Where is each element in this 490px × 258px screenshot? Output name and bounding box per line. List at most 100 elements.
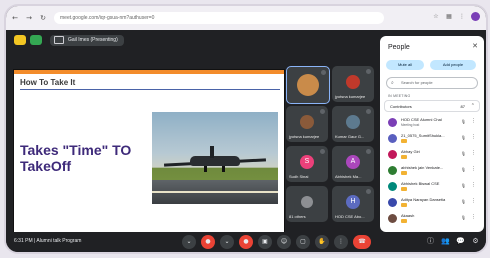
participant-tile[interactable]: jyotsna kumarjee [332,66,374,102]
chevron-up-icon[interactable]: ⌃ [471,103,475,109]
mic-off-button[interactable]: ● [201,235,215,249]
participant-list-item[interactable]: abhishek jain Venkate... 🎙 ⋮ [388,164,480,178]
more-icon[interactable]: ⋮ [471,166,476,172]
others-tile[interactable]: 81 others [286,186,328,222]
mic-status-icon [366,109,371,114]
presenting-label: Gail Imes (Presenting) [68,37,118,43]
present-button[interactable]: ▢ [296,235,310,249]
others-count: 81 others [289,214,306,219]
participant-avatar [388,150,397,159]
people-search-input[interactable]: ⌕ Search for people [386,77,478,89]
participant-list-item[interactable]: 21_0575_SumitShukla... 🎙 ⋮ [388,132,480,146]
participant-initial: H [346,195,360,210]
people-icon[interactable]: 👥 [441,237,450,246]
mic-icon: 🎙 [460,135,466,140]
camera-off-button[interactable]: ● [239,235,253,249]
call-controls: ⌄ ● ⌄ ● ▣ ☺ ▢ ✋ ⋮ ☎ [182,235,371,249]
info-icon[interactable]: ⓘ [426,237,435,246]
more-icon[interactable]: ⋮ [471,214,476,220]
participant-avatar [388,214,397,223]
hand-raised-icon [401,171,407,175]
plane-gear [204,166,207,172]
app-badge-green-icon[interactable] [30,35,42,45]
speaker-video-avatar [297,74,319,96]
star-icon[interactable]: ☆ [432,13,440,21]
back-icon[interactable]: ← [10,13,20,23]
plane-gear [222,166,225,172]
mute-all-button[interactable]: Mute all [386,60,424,70]
presenting-chip[interactable]: Gail Imes (Presenting) [50,34,124,46]
more-icon[interactable]: ⋮ [471,134,476,140]
mic-status-icon [320,109,325,114]
slide-title: How To Take It [20,78,76,87]
participant-tile[interactable]: Kumar Gaur G... [332,106,374,142]
side-controls: ⓘ 👥 💬 ⚙ [426,237,480,246]
participant-tile[interactable]: A Abhishek Ma... [332,146,374,182]
more-icon[interactable]: ⋮ [471,198,476,204]
more-icon[interactable]: ⋮ [471,182,476,188]
participant-list-item[interactable]: HOD CSE Alumni Chal Meeting host 🎙 ⋮ [388,116,480,130]
raise-hand-button[interactable]: ✋ [315,235,329,249]
slide-body-text: Takes "Time" TO TakeOff [20,142,132,174]
participant-avatar [388,118,397,127]
audio-options-icon[interactable]: ⌄ [182,235,196,249]
emoji-button[interactable]: ☺ [277,235,291,249]
participant-tile[interactable]: H HOD CSE Abo... [332,186,374,222]
mic-status-icon [366,69,371,74]
menu-icon[interactable]: ⋮ [458,13,466,21]
mic-status-icon [320,149,325,154]
participant-avatar [346,75,360,90]
participant-name: Sudh Sinai [289,174,309,179]
hand-raised-icon [401,219,407,223]
mic-icon: 🎙 [460,183,466,188]
others-avatar [301,196,313,209]
participant-name: 21_0575_SumitShukla... [401,133,445,138]
activities-icon[interactable]: ⚙ [471,237,480,246]
participant-list-item[interactable]: Abhishek Biswal CSE 🎙 ⋮ [388,180,480,194]
participant-avatar [346,115,360,130]
app-badge-yellow-icon[interactable] [14,35,26,45]
more-icon[interactable]: ⋮ [471,150,476,156]
hand-raised-icon [401,155,407,159]
mic-icon: 🎙 [460,215,466,220]
participant-name: Abhay Giri [401,149,420,154]
chat-icon[interactable]: 💬 [456,237,465,246]
participant-avatar [300,115,314,130]
meet-header: Gail Imes (Presenting) [6,30,378,50]
present-screen-icon [54,36,64,44]
search-icon: ⌕ [391,80,394,86]
browser-actions: ☆ ▦ ⋮ [432,12,480,21]
mic-icon: 🎙 [460,119,466,124]
contributors-label: Contributors [390,104,412,109]
hand-raised-icon [401,187,407,191]
participant-avatar [388,182,397,191]
close-icon[interactable]: ✕ [472,42,478,50]
participant-initial: S [300,155,314,170]
add-people-button[interactable]: Add people [430,60,476,70]
contributors-group[interactable]: Contributors 87 ⌃ [384,100,480,112]
participant-tile[interactable]: S Sudh Sinai [286,146,328,182]
participant-name: Kumar Gaur G... [335,134,365,139]
participant-list-item[interactable]: Abhay Giri 🎙 ⋮ [388,148,480,162]
participant-avatar [388,198,397,207]
profile-avatar[interactable] [471,12,480,21]
meeting-time-title: 6:31 PM | Alumni talk Program [14,238,82,244]
captions-button[interactable]: ▣ [258,235,272,249]
reload-icon[interactable]: ↻ [38,13,48,23]
address-bar[interactable]: meet.google.com/iqr-gsua-nm?authuser=0 [54,12,384,24]
more-icon[interactable]: ⋮ [471,118,476,124]
presented-slide: How To Take It Takes "Time" TO TakeOff [14,70,284,232]
leave-call-button[interactable]: ☎ [353,235,371,249]
forward-icon[interactable]: → [24,13,34,23]
participant-tile[interactable]: jyotsna kumarjee [286,106,328,142]
participant-list-item[interactable]: Akaash 🎙 ⋮ [388,212,480,226]
extension-icon[interactable]: ▦ [445,13,453,21]
mic-status-icon [366,149,371,154]
search-placeholder: Search for people [401,80,433,85]
participant-list-item[interactable]: Aditya Narayan Dansetia 🎙 ⋮ [388,196,480,210]
participant-tile-active[interactable] [286,66,330,104]
more-options-button[interactable]: ⋮ [334,235,348,249]
contributors-count: 87 [460,104,465,109]
participant-name: Aditya Narayan Dansetia [401,197,446,202]
camera-options-icon[interactable]: ⌄ [220,235,234,249]
